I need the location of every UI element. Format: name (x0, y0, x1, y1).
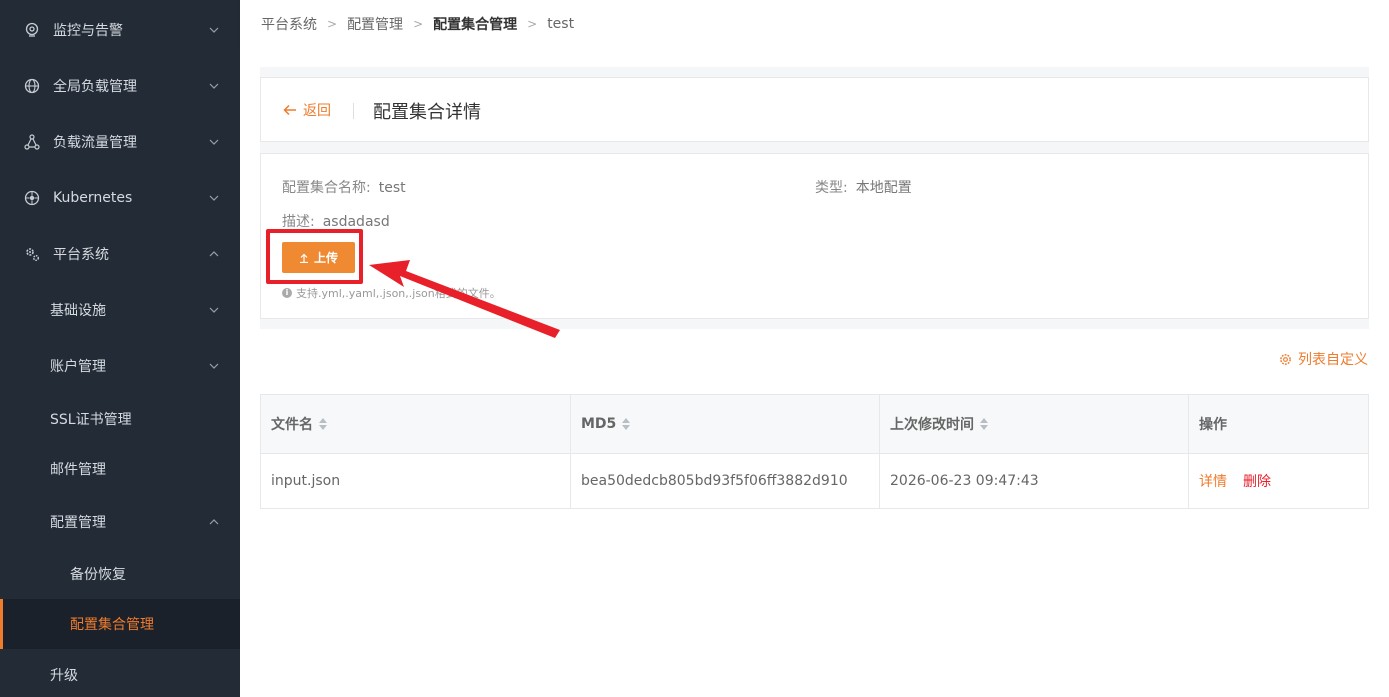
sidebar-item-label: 备份恢复 (70, 567, 126, 583)
type-field: 类型: 本地配置 (815, 177, 912, 197)
sidebar-item-label: SSL证书管理 (50, 412, 132, 428)
column-header-modified[interactable]: 上次修改时间 (880, 395, 1189, 453)
cell-actions: 详情 删除 (1189, 454, 1368, 508)
column-header-label: 文件名 (271, 417, 313, 433)
files-table: 文件名 MD5 上次修改时间 操作 input.json bea50dedcb8… (260, 394, 1369, 509)
gears-icon (23, 245, 41, 263)
sidebar-item-label: 账户管理 (50, 359, 106, 375)
sidebar-item-label: 全局负载管理 (53, 79, 137, 95)
sidebar-item-label: 负载流量管理 (53, 135, 137, 151)
chevron-down-icon (209, 307, 219, 313)
chevron-down-icon (209, 139, 219, 145)
detail-link[interactable]: 详情 (1199, 471, 1227, 491)
back-label: 返回 (303, 103, 331, 119)
gear-icon (1280, 353, 1291, 365)
name-value: test (378, 180, 406, 196)
kubernetes-helm-icon (23, 189, 41, 207)
column-header-label: 操作 (1199, 417, 1227, 433)
cell-filename: input.json (261, 454, 571, 508)
table-row: input.json bea50dedcb805bd93f5f06ff3882d… (261, 454, 1368, 508)
page-title: 配置集合详情 (373, 102, 481, 123)
globe-icon (23, 77, 41, 95)
sidebar-item-label: 邮件管理 (50, 462, 106, 478)
back-button[interactable]: 返回 (283, 100, 331, 120)
sort-icon[interactable] (980, 418, 988, 430)
sidebar-item-kubernetes[interactable]: Kubernetes (0, 176, 240, 220)
chevron-right-icon: > (327, 16, 338, 31)
sidebar: 监控与告警 全局负载管理 负载流量管理 Kubernetes 平台系统 基础设施… (0, 0, 240, 697)
name-label: 配置集合名称: (282, 180, 371, 196)
sidebar-item-label: 升级 (50, 668, 78, 684)
type-value: 本地配置 (855, 180, 912, 196)
upload-hint-text: 支持.yml,.yaml,.json,.json格式的文件。 (296, 287, 501, 300)
type-label: 类型: (815, 180, 848, 196)
column-header-actions: 操作 (1189, 395, 1368, 453)
sidebar-item-mail[interactable]: 邮件管理 (0, 447, 240, 491)
delete-link[interactable]: 删除 (1243, 471, 1271, 491)
column-header-label: 上次修改时间 (890, 417, 974, 433)
chevron-down-icon (209, 363, 219, 369)
list-customize-label: 列表自定义 (1298, 352, 1368, 368)
chevron-right-icon: > (527, 16, 538, 31)
chevron-up-icon (209, 519, 219, 525)
table-header-row: 文件名 MD5 上次修改时间 操作 (261, 395, 1368, 454)
detail-info-card: 配置集合名称: test 类型: 本地配置 描述: asdadasd 上传 i 支持.… (260, 153, 1369, 319)
network-nodes-icon (23, 133, 41, 151)
upload-hint: i 支持.yml,.yaml,.json,.json格式的文件。 (282, 285, 501, 301)
sidebar-item-global-load[interactable]: 全局负载管理 (0, 64, 240, 108)
info-icon: i (282, 288, 292, 298)
sidebar-item-upgrade[interactable]: 升级 (0, 653, 240, 697)
sort-icon[interactable] (622, 418, 631, 430)
chevron-down-icon (209, 195, 219, 201)
sidebar-item-config-sets[interactable]: 配置集合管理 (0, 599, 240, 649)
location-pin-icon (23, 21, 41, 39)
sidebar-item-platform[interactable]: 平台系统 (0, 232, 240, 276)
divider (353, 103, 354, 119)
chevron-down-icon (209, 27, 219, 33)
chevron-right-icon: > (413, 16, 424, 31)
breadcrumb-item[interactable]: 配置集合管理 (433, 14, 517, 34)
sidebar-item-label: 配置集合管理 (70, 617, 154, 633)
sidebar-item-label: 配置管理 (50, 515, 106, 531)
sidebar-item-ssl[interactable]: SSL证书管理 (0, 397, 240, 441)
breadcrumb-item[interactable]: 平台系统 (261, 14, 317, 34)
sidebar-item-monitoring[interactable]: 监控与告警 (0, 8, 240, 52)
sidebar-item-config[interactable]: 配置管理 (0, 500, 240, 544)
breadcrumb-current: test (547, 15, 575, 32)
breadcrumb: 平台系统 > 配置管理 > 配置集合管理 > test (240, 0, 1389, 47)
sidebar-item-label: Kubernetes (53, 190, 133, 206)
detail-header-card: 返回 配置集合详情 (260, 77, 1369, 142)
chevron-up-icon (209, 251, 219, 257)
description-field: 描述: asdadasd (282, 211, 390, 231)
sidebar-item-label: 基础设施 (50, 303, 106, 319)
sidebar-item-backup[interactable]: 备份恢复 (0, 552, 240, 596)
cell-modified: 2026-06-23 09:47:43 (880, 454, 1189, 508)
cell-md5: bea50dedcb805bd93f5f06ff3882d910 (571, 454, 880, 508)
name-field: 配置集合名称: test (282, 177, 406, 197)
sidebar-item-label: 平台系统 (53, 247, 109, 263)
sort-icon[interactable] (319, 418, 327, 430)
column-header-filename[interactable]: 文件名 (261, 395, 571, 453)
column-header-label: MD5 (581, 416, 617, 432)
description-value: asdadasd (322, 214, 390, 230)
sidebar-item-label: 监控与告警 (53, 23, 123, 39)
chevron-down-icon (209, 83, 219, 89)
breadcrumb-item[interactable]: 配置管理 (347, 14, 403, 34)
sidebar-item-accounts[interactable]: 账户管理 (0, 344, 240, 388)
arrow-left-icon (283, 104, 296, 116)
main-content: 返回 配置集合详情 配置集合名称: test 类型: 本地配置 描述: asdadas… (240, 47, 1389, 697)
list-customize-button[interactable]: 列表自定义 (1279, 349, 1368, 369)
description-label: 描述: (282, 214, 315, 230)
sidebar-item-traffic[interactable]: 负载流量管理 (0, 120, 240, 164)
column-header-md5[interactable]: MD5 (571, 395, 880, 453)
annotation-highlight-box (266, 229, 363, 284)
sidebar-item-infrastructure[interactable]: 基础设施 (0, 288, 240, 332)
